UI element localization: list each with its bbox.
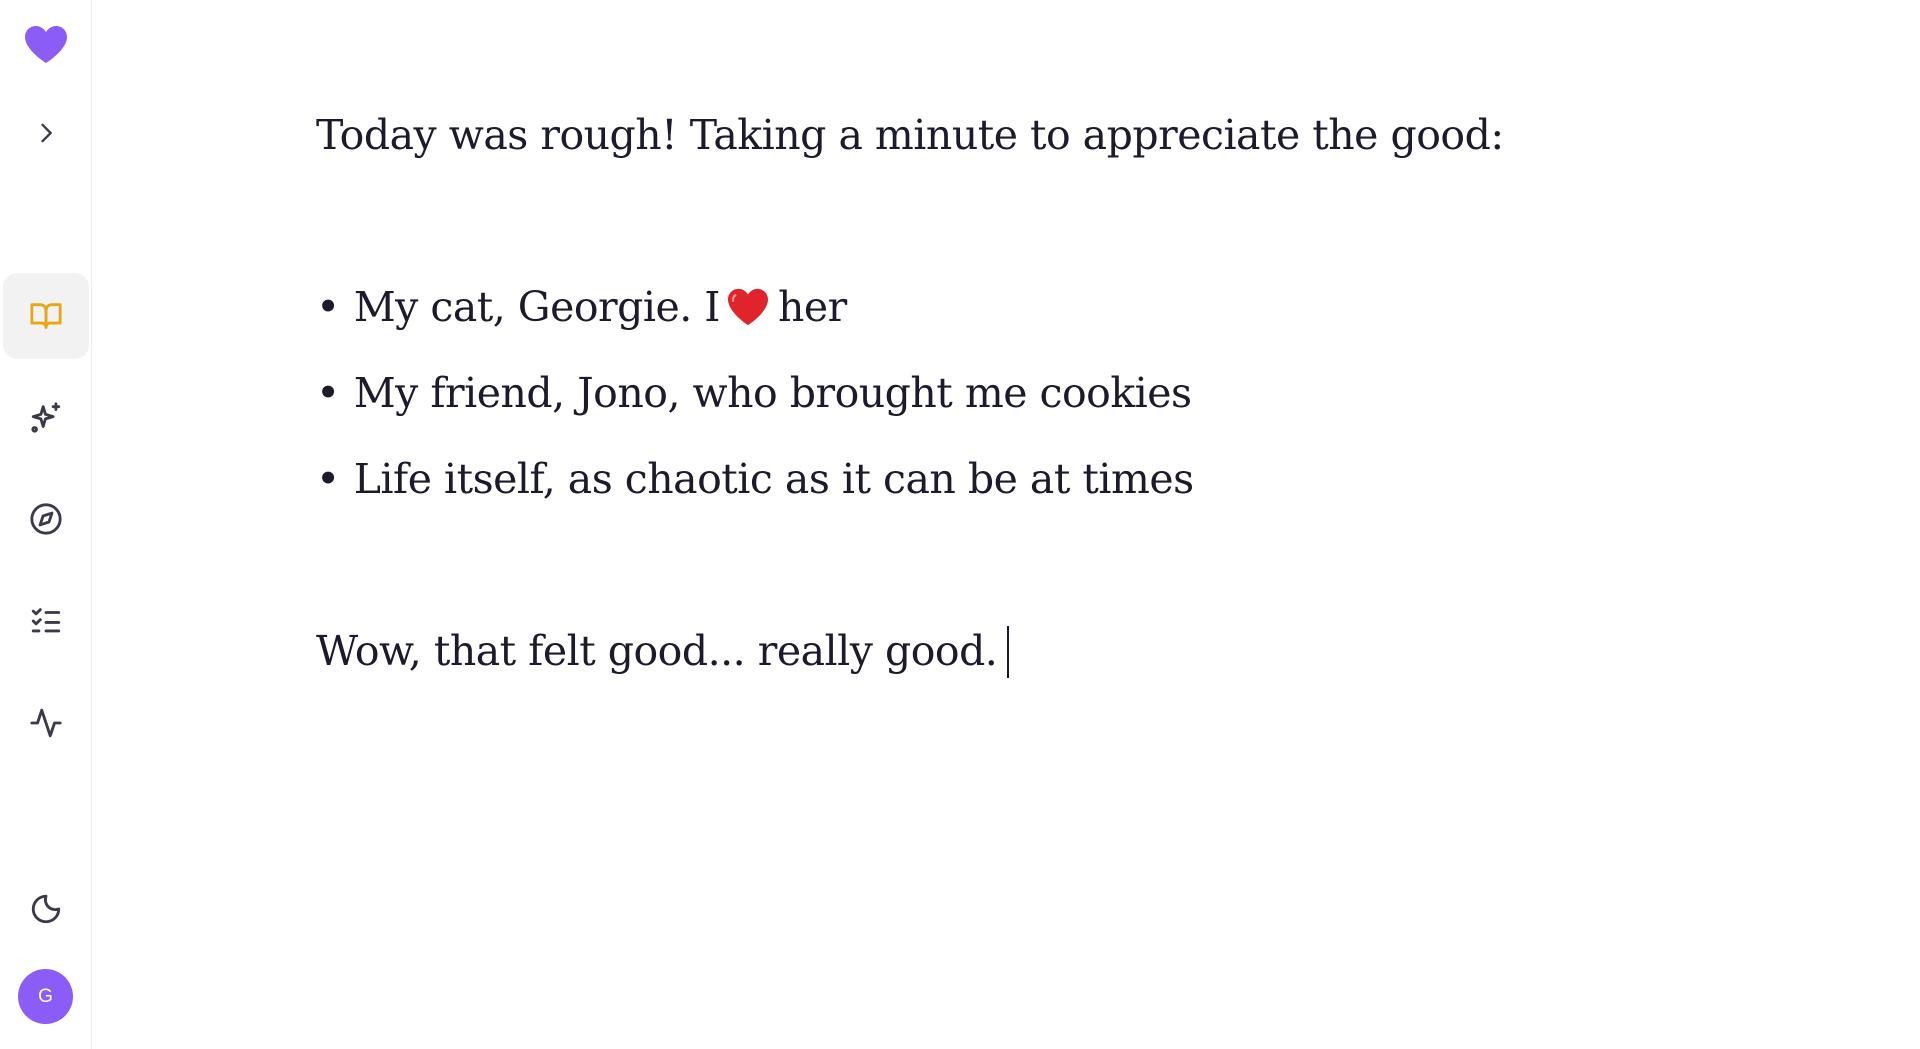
bullet-text-before: My cat, Georgie. I xyxy=(353,283,721,331)
text-cursor xyxy=(1007,625,1010,678)
sidebar-item-explore[interactable] xyxy=(3,476,89,562)
list-item: • My friend, Jono, who brought me cookies xyxy=(316,358,1192,428)
sparkles-icon xyxy=(31,402,61,433)
sidebar-item-insights[interactable] xyxy=(3,680,89,766)
book-open-icon xyxy=(30,303,62,329)
entry-closing: Wow, that felt good... really good. xyxy=(316,627,998,675)
list-item: • My cat, Georgie. I her xyxy=(316,272,847,342)
theme-toggle-button[interactable] xyxy=(3,866,89,952)
activity-icon xyxy=(30,708,62,738)
bullet-text: Life itself, as chaotic as it can be at … xyxy=(353,455,1194,503)
user-avatar[interactable]: G xyxy=(18,969,73,1024)
bullet-marker: • xyxy=(316,455,340,503)
list-checks-icon xyxy=(31,608,61,633)
heart-icon xyxy=(25,26,67,63)
sidebar-item-checklist[interactable] xyxy=(3,578,89,664)
sidebar: G xyxy=(0,0,92,1049)
app-window: G Today was rough! Taking a minute to ap… xyxy=(0,0,1920,1049)
app-logo[interactable] xyxy=(22,24,70,64)
bullet-marker: • xyxy=(316,283,340,331)
bullet-text: My friend, Jono, who brought me cookies xyxy=(353,369,1192,417)
entry-intro: Today was rough! Taking a minute to appr… xyxy=(316,111,1504,159)
bullet-marker: • xyxy=(316,369,340,417)
sidebar-expand-button[interactable] xyxy=(3,90,89,176)
chevron-right-icon xyxy=(41,123,52,143)
avatar-initial: G xyxy=(38,985,53,1007)
compass-icon xyxy=(30,503,62,535)
sidebar-item-journal[interactable] xyxy=(3,273,89,359)
moon-icon xyxy=(31,894,61,924)
list-item: • Life itself, as chaotic as it can be at… xyxy=(316,444,1194,514)
sidebar-item-prompts[interactable] xyxy=(3,375,89,461)
red-heart-emoji-icon xyxy=(728,288,768,325)
bullet-text-after: her xyxy=(778,283,847,331)
entry-closing-line: Wow, that felt good... really good. xyxy=(316,616,1010,686)
